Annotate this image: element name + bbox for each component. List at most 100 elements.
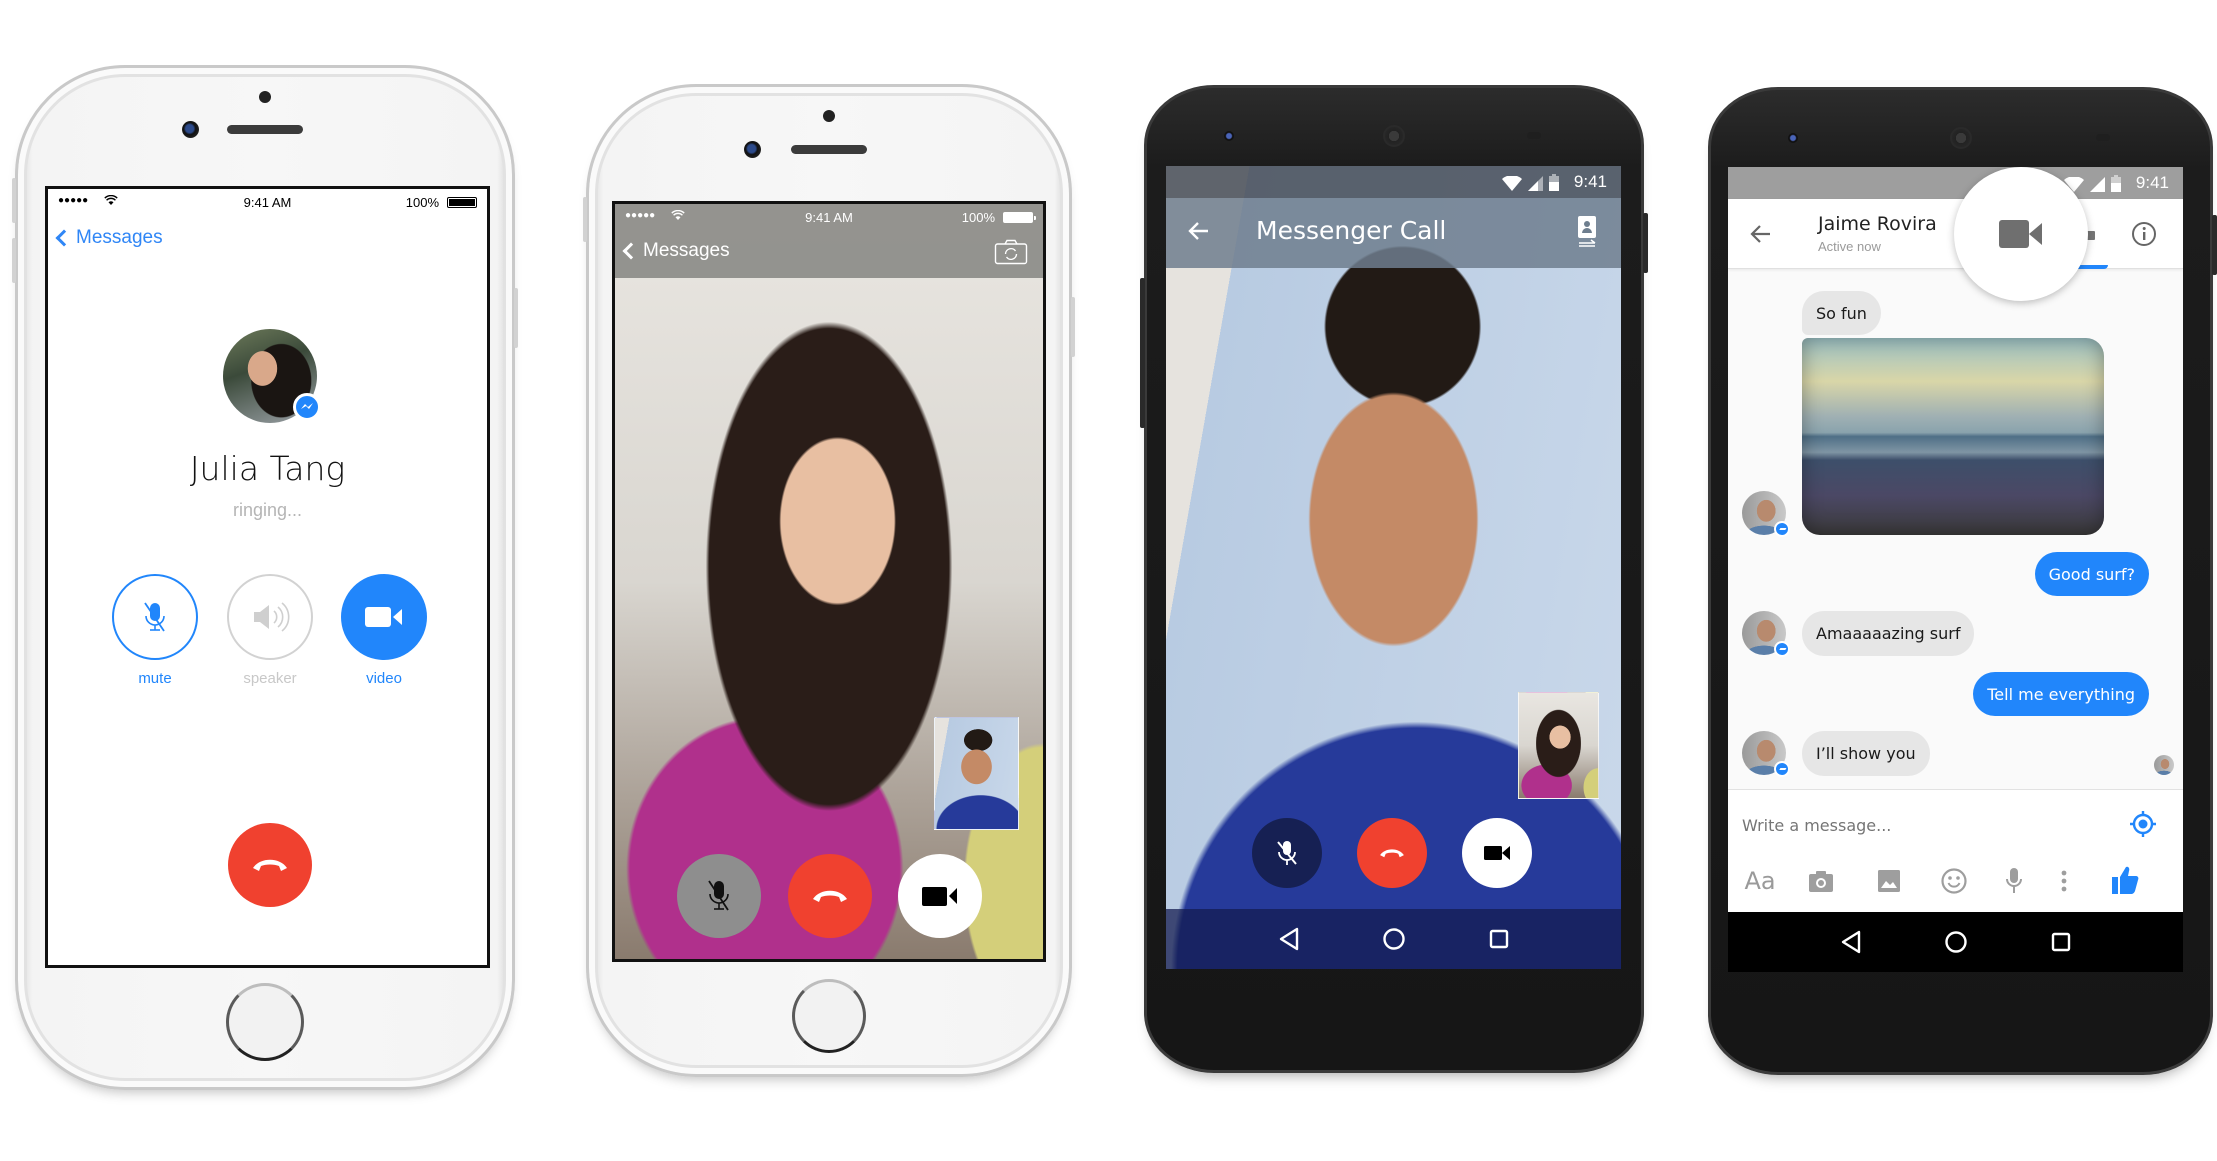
volume-button [12, 238, 16, 283]
mute-label: mute [138, 670, 172, 687]
gallery-icon [1878, 870, 1900, 892]
nav-recents-button[interactable] [1479, 919, 1519, 959]
message-bubble-incoming[interactable]: I’ll show you [1802, 731, 1930, 776]
contact-avatar [1742, 491, 1790, 537]
home-button[interactable] [226, 983, 304, 1061]
back-to-messages-link[interactable]: Messages [619, 240, 730, 262]
status-time: 9:41 [1573, 172, 1607, 191]
mute-button[interactable] [112, 574, 198, 660]
volume-button [583, 197, 587, 242]
emoji-icon [1941, 868, 1967, 894]
battery-icon [1003, 212, 1036, 223]
video-toggle-button[interactable] [898, 854, 982, 938]
speaker-label: speaker [243, 670, 297, 687]
nav-back-button[interactable] [1269, 919, 1309, 959]
battery-fill [1005, 214, 1031, 221]
chevron-left-icon [622, 242, 640, 260]
microphone-icon [2006, 868, 2022, 893]
switch-camera-button[interactable] [993, 238, 1029, 266]
location-button[interactable] [2127, 808, 2159, 840]
emoji-button[interactable] [1937, 866, 1971, 896]
gallery-button[interactable] [1872, 866, 1906, 896]
status-bar: 9:41 [1166, 166, 1621, 198]
muted-mic-icon [708, 880, 729, 911]
back-label: Messages [76, 227, 163, 248]
message-image-beach[interactable] [1802, 338, 2104, 535]
contact-avatar [1742, 611, 1790, 657]
more-options-button[interactable] [2054, 866, 2074, 896]
video-call-button-highlight[interactable] [1954, 167, 2088, 301]
nav-home-button[interactable] [1374, 919, 1414, 959]
more-vertical-icon [2061, 870, 2067, 892]
nav-back-button[interactable] [1831, 922, 1871, 962]
home-button[interactable] [792, 979, 866, 1053]
power-button [1071, 297, 1075, 357]
self-view-pip[interactable] [1518, 692, 1599, 799]
video-camera-icon [1484, 846, 1510, 860]
muted-mic-icon [1277, 841, 1297, 865]
volume-button [1643, 213, 1648, 273]
video-camera-icon [365, 607, 402, 627]
camera-button[interactable] [1804, 866, 1838, 896]
battery-icon [2111, 175, 2121, 192]
phone2-screen-remote-video: ●●●●● 9:41 AM 100% Messages [612, 201, 1046, 962]
presence-status: Active now [1818, 239, 1881, 254]
back-label: Messages [643, 240, 730, 261]
battery-percent: 100% [405, 195, 439, 210]
location-target-icon [2130, 811, 2156, 837]
microphone-button[interactable] [1999, 866, 2029, 896]
back-to-messages-link[interactable]: Messages [52, 227, 163, 249]
wifi-icon [1502, 176, 1522, 191]
volume-button [12, 178, 16, 223]
message-bubble-incoming[interactable]: So fun [1802, 291, 1881, 335]
front-camera [1224, 131, 1234, 141]
text-size-button[interactable]: Aa [1740, 864, 1780, 898]
nav-home-button[interactable] [1936, 922, 1976, 962]
message-bubble-outgoing[interactable]: Good surf? [2034, 552, 2149, 596]
proximity-sensor [823, 110, 835, 122]
end-call-button[interactable] [788, 854, 872, 938]
like-button[interactable] [2108, 863, 2142, 897]
end-call-button[interactable] [1357, 818, 1427, 888]
end-call-button[interactable] [228, 823, 312, 907]
info-button[interactable] [2129, 219, 2159, 249]
front-camera [744, 141, 761, 158]
hang-up-phone-icon [1380, 849, 1404, 858]
speaker-icon [254, 602, 290, 632]
arrow-back-icon [1750, 225, 1770, 243]
message-input[interactable] [1742, 810, 2102, 840]
home-circle-icon [1944, 931, 1967, 953]
battery-fill [449, 199, 475, 206]
message-bubble-outgoing[interactable]: Tell me everything [1973, 672, 2149, 716]
messenger-badge-icon [1774, 761, 1790, 777]
video-camera-icon [1999, 220, 2042, 248]
switch-camera-icon [994, 239, 1028, 265]
earpiece-grille [1383, 125, 1405, 147]
info-icon [2132, 222, 2156, 246]
video-button[interactable] [341, 574, 427, 660]
video-label: video [366, 670, 402, 687]
light-sensor [2096, 134, 2110, 141]
android-nav-bar [1166, 909, 1621, 969]
android-nav-bar [1728, 912, 2183, 972]
switch-camera-icon [1578, 216, 1596, 247]
back-triangle-icon [1279, 927, 1298, 951]
hang-up-phone-icon [813, 890, 847, 902]
mute-button[interactable] [677, 854, 761, 938]
status-bar: ●●●●● 9:41 AM 100% [48, 189, 487, 215]
seen-receipt-avatar [2154, 755, 2174, 775]
video-toggle-button[interactable] [1462, 818, 1532, 888]
self-view-pip[interactable] [934, 717, 1019, 830]
composer: Aa [1728, 789, 2183, 912]
back-button[interactable] [1184, 216, 1214, 246]
switch-camera-button[interactable] [1573, 214, 1601, 248]
phone3-screen-remote-video: 9:41 Messenger Call [1166, 166, 1621, 969]
callee-name: Julia Tang [189, 449, 346, 488]
speaker-button[interactable] [227, 574, 313, 660]
message-bubble-incoming[interactable]: Amaaaaazing surf [1802, 611, 1975, 656]
messenger-badge-icon [1774, 641, 1790, 657]
nav-recents-button[interactable] [2041, 922, 2081, 962]
text-size-icon: Aa [1744, 867, 1776, 895]
mute-button[interactable] [1252, 818, 1322, 888]
back-button[interactable] [1746, 219, 1776, 249]
